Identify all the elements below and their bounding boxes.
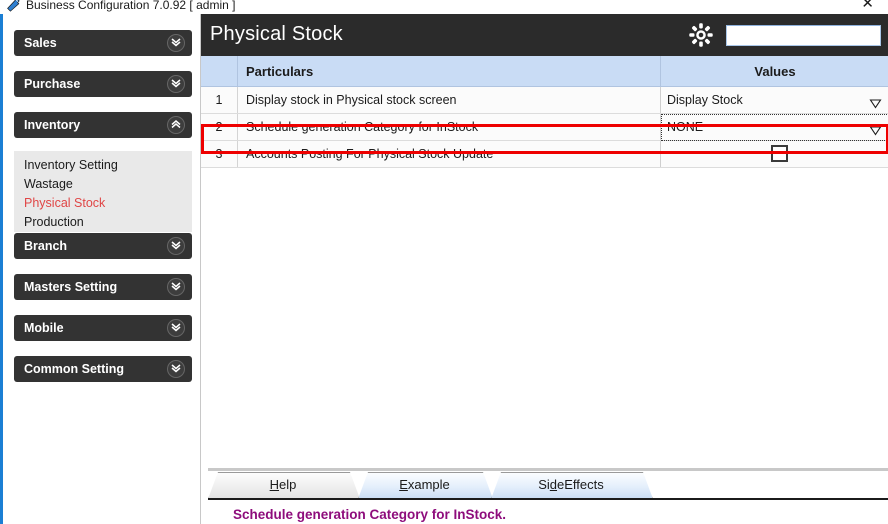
tab-label: Help	[270, 472, 297, 498]
sidebar-item-production[interactable]: Production	[14, 213, 192, 232]
row-value-checkbox-cell[interactable]	[661, 141, 888, 167]
sidebar-section-label: Common Setting	[24, 362, 124, 376]
chevron-down-icon[interactable]	[167, 237, 185, 255]
chevron-down-icon[interactable]	[167, 75, 185, 93]
chevron-up-icon[interactable]	[167, 116, 185, 134]
row-number: 3	[201, 141, 238, 167]
page-title: Physical Stock	[210, 23, 343, 46]
status-help-text: Schedule generation Category for InStock…	[233, 507, 506, 522]
row-value-text: NONE	[667, 120, 703, 134]
tab-label: SideEffects	[538, 472, 604, 498]
chevron-down-icon[interactable]	[869, 120, 882, 133]
sidebar-section-branch[interactable]: Branch	[14, 233, 192, 259]
column-header-number	[201, 56, 238, 86]
sidebar-item-wastage[interactable]: Wastage	[14, 175, 192, 194]
accounts-posting-checkbox[interactable]	[771, 145, 788, 162]
chevron-down-icon[interactable]	[167, 360, 185, 378]
main-panel: Physical Stock Particular	[200, 14, 888, 524]
sidebar-inventory-panel: Inventory Setting Wastage Physical Stock…	[14, 151, 192, 232]
table-row[interactable]: 3 Accounts Posting For Physical Stock Up…	[201, 141, 888, 168]
chevron-down-icon[interactable]	[869, 93, 882, 106]
sidebar-item-label: Wastage	[24, 177, 73, 191]
window-title: Business Configuration 7.0.92 [ admin ]	[26, 0, 235, 13]
sidebar-section-purchase[interactable]: Purchase	[14, 71, 192, 97]
settings-table: Particulars Values 1 Display stock in Ph…	[201, 56, 888, 168]
window-titlebar: Business Configuration 7.0.92 [ admin ] …	[0, 0, 888, 14]
sidebar-item-label: Inventory Setting	[24, 158, 118, 172]
sidebar: Sales Purchase Inventory Inventory	[3, 14, 197, 524]
row-particulars: Display stock in Physical stock screen	[238, 87, 661, 113]
tabstrip-topline	[208, 468, 888, 471]
wrench-icon	[6, 0, 22, 13]
bottom-tabstrip: Help Example SideEffects Schedule genera…	[201, 458, 888, 524]
sidebar-section-label: Sales	[24, 36, 57, 50]
table-row[interactable]: 2 Schedule generation Category for InSto…	[201, 114, 888, 141]
sidebar-item-label: Physical Stock	[24, 196, 105, 210]
table-header-row: Particulars Values	[201, 56, 888, 87]
chevron-down-icon[interactable]	[167, 319, 185, 337]
row-particulars: Schedule generation Category for InStock	[238, 114, 661, 140]
sidebar-section-sales[interactable]: Sales	[14, 30, 192, 56]
sidebar-item-label: Production	[24, 215, 84, 229]
chevron-down-icon[interactable]	[167, 278, 185, 296]
row-particulars: Accounts Posting For Physical Stock Upda…	[238, 141, 661, 167]
sidebar-section-label: Masters Setting	[24, 280, 117, 294]
tabstrip-baseline	[208, 498, 888, 500]
table-row[interactable]: 1 Display stock in Physical stock screen…	[201, 87, 888, 114]
sidebar-item-physical-stock[interactable]: Physical Stock	[14, 194, 192, 213]
tab-sideeffects[interactable]: SideEffects	[491, 472, 651, 498]
row-value-dropdown[interactable]: NONE	[661, 114, 888, 140]
row-number: 1	[201, 87, 238, 113]
row-value-dropdown[interactable]: Display Stock	[661, 87, 888, 113]
sidebar-item-inventory-setting[interactable]: Inventory Setting	[14, 156, 192, 175]
chevron-down-icon[interactable]	[167, 34, 185, 52]
sidebar-section-label: Mobile	[24, 321, 64, 335]
column-header-values: Values	[661, 56, 888, 86]
row-value-text: Display Stock	[667, 93, 743, 107]
column-header-particulars: Particulars	[238, 56, 661, 86]
sidebar-section-label: Purchase	[24, 77, 80, 91]
sidebar-section-label: Inventory	[24, 118, 80, 132]
tab-label: Example	[399, 472, 450, 498]
gear-icon[interactable]	[688, 22, 714, 48]
search-input[interactable]	[726, 25, 881, 46]
close-icon[interactable]: ✕	[861, 0, 874, 12]
sidebar-section-masters-setting[interactable]: Masters Setting	[14, 274, 192, 300]
tab-example[interactable]: Example	[358, 472, 491, 498]
sidebar-section-label: Branch	[24, 239, 67, 253]
sidebar-section-common-setting[interactable]: Common Setting	[14, 356, 192, 382]
sidebar-section-inventory[interactable]: Inventory	[14, 112, 192, 138]
tab-help[interactable]: Help	[208, 472, 358, 498]
row-number: 2	[201, 114, 238, 140]
page-header: Physical Stock	[201, 14, 888, 56]
sidebar-section-mobile[interactable]: Mobile	[14, 315, 192, 341]
table-body: 1 Display stock in Physical stock screen…	[201, 87, 888, 168]
